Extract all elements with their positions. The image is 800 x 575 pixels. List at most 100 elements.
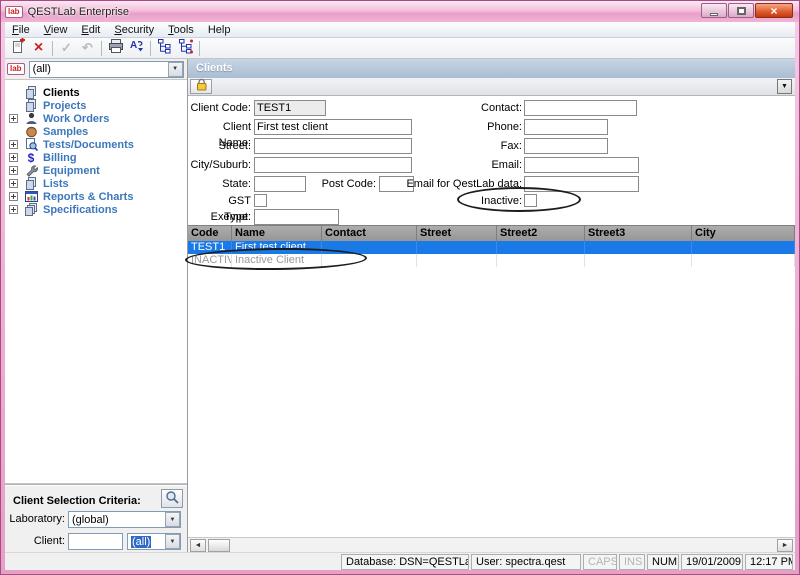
expand-icon[interactable] [9,192,18,201]
contact-input[interactable] [524,100,637,116]
menu-tools[interactable]: Tools [161,23,201,37]
state-label: State: [188,176,251,192]
chevron-down-icon[interactable] [165,534,180,549]
column-header-street2[interactable]: Street2 [497,226,585,241]
street-input[interactable] [254,138,412,154]
state-input[interactable] [254,176,306,192]
email-input[interactable] [524,157,639,173]
undo-icon [82,39,93,57]
close-button[interactable] [755,3,793,18]
laboratory-label: Laboratory: [5,513,65,525]
work-orders-icon [24,112,38,125]
tree-item-samples[interactable]: Samples [5,125,187,138]
tree-new-window-button[interactable] [175,39,196,58]
expand-icon[interactable] [9,114,18,123]
print-button[interactable] [105,39,126,58]
tree-item-label: Work Orders [43,113,109,125]
tests-documents-icon [24,138,38,151]
lists-icon [24,177,38,190]
tree-item-work-orders[interactable]: Work Orders [5,112,187,125]
navigation-tree: Clients Projects Work Orders Samples [5,79,187,484]
toolbar-separator [52,41,53,56]
title-bar: lab QESTLab Enterprise [1,1,799,22]
sort-icon: A [129,38,145,59]
tree-item-projects[interactable]: Projects [5,99,187,112]
menu-security[interactable]: Security [107,23,161,37]
client-area: File View Edit Security Tools Help A [5,22,795,570]
main-toolbar: A [5,38,795,59]
expand-icon[interactable] [9,153,18,162]
client-combo-value: (all) [131,536,151,548]
criteria-search-button[interactable] [161,489,183,508]
tree-view-icon [157,38,173,59]
expand-icon[interactable] [9,205,18,214]
chevron-down-icon[interactable] [165,512,180,527]
menu-help[interactable]: Help [201,23,238,37]
print-icon [108,38,124,59]
tree-item-label: Tests/Documents [43,139,134,151]
gst-exempt-checkbox[interactable] [254,194,267,207]
type-input[interactable] [254,209,339,225]
horizontal-scrollbar[interactable] [188,537,795,552]
fax-input[interactable] [524,138,608,154]
expand-icon[interactable] [9,179,18,188]
column-header-street[interactable]: Street [417,226,497,241]
contact-label: Contact: [402,100,522,116]
type-label: Type: [188,209,251,225]
sort-button[interactable]: A [126,39,147,58]
lock-icon [195,78,208,96]
search-icon [165,490,180,508]
client-filter-combo[interactable]: (all) [127,533,181,550]
samples-icon [24,125,38,138]
client-code-input[interactable] [254,100,326,116]
projects-icon [24,99,38,112]
city-suburb-input[interactable] [254,157,412,173]
scroll-left-icon[interactable] [190,539,206,552]
equipment-icon [24,164,38,177]
expand-icon[interactable] [9,140,18,149]
menu-file[interactable]: File [5,23,37,37]
reports-charts-icon [24,190,38,203]
apply-button[interactable] [56,39,77,58]
tree-item-billing[interactable]: $ Billing [5,151,187,164]
panel-options-button[interactable] [777,79,792,94]
column-header-name[interactable]: Name [232,226,322,241]
column-header-code[interactable]: Code [188,226,232,241]
tree-view-button[interactable] [154,39,175,58]
new-record-button[interactable] [7,39,28,58]
tree-item-lists[interactable]: Lists [5,177,187,190]
column-header-street3[interactable]: Street3 [585,226,692,241]
undo-button[interactable] [77,39,98,58]
minimize-button[interactable] [701,3,727,18]
menu-view[interactable]: View [37,23,75,37]
laboratory-combo[interactable]: (global) [68,511,181,528]
scroll-right-icon[interactable] [777,539,793,552]
tree-new-window-icon [178,38,194,59]
tree-item-label: Projects [43,100,86,112]
tree-item-equipment[interactable]: Equipment [5,164,187,177]
tree-item-label: Samples [43,126,88,138]
main-panel: Clients Client Code: Client Name: Street… [187,59,795,552]
tree-item-clients[interactable]: Clients [5,86,187,99]
delete-button[interactable] [28,39,49,58]
window-title: QESTLab Enterprise [28,6,130,18]
lock-button[interactable] [190,79,212,94]
app-window: lab QESTLab Enterprise File View Edit Se… [0,0,800,575]
tree-item-reports-charts[interactable]: Reports & Charts [5,190,187,203]
client-filter-input[interactable] [68,533,123,550]
menu-edit[interactable]: Edit [74,23,107,37]
client-name-input[interactable] [254,119,412,135]
tree-item-specifications[interactable]: Specifications [5,203,187,216]
column-header-city[interactable]: City [692,226,795,241]
client-label: Client: [5,535,65,547]
chevron-down-icon[interactable] [168,62,183,77]
maximize-button[interactable] [728,3,754,18]
sidebar: lab (all) Clients Projects [5,59,187,552]
tree-item-tests-documents[interactable]: Tests/Documents [5,138,187,151]
expand-icon[interactable] [9,166,18,175]
scrollbar-thumb[interactable] [208,539,230,552]
ins-indicator: INS [619,554,645,570]
phone-input[interactable] [524,119,608,135]
scope-combo[interactable]: (all) [29,61,184,78]
column-header-contact[interactable]: Contact [322,226,417,241]
